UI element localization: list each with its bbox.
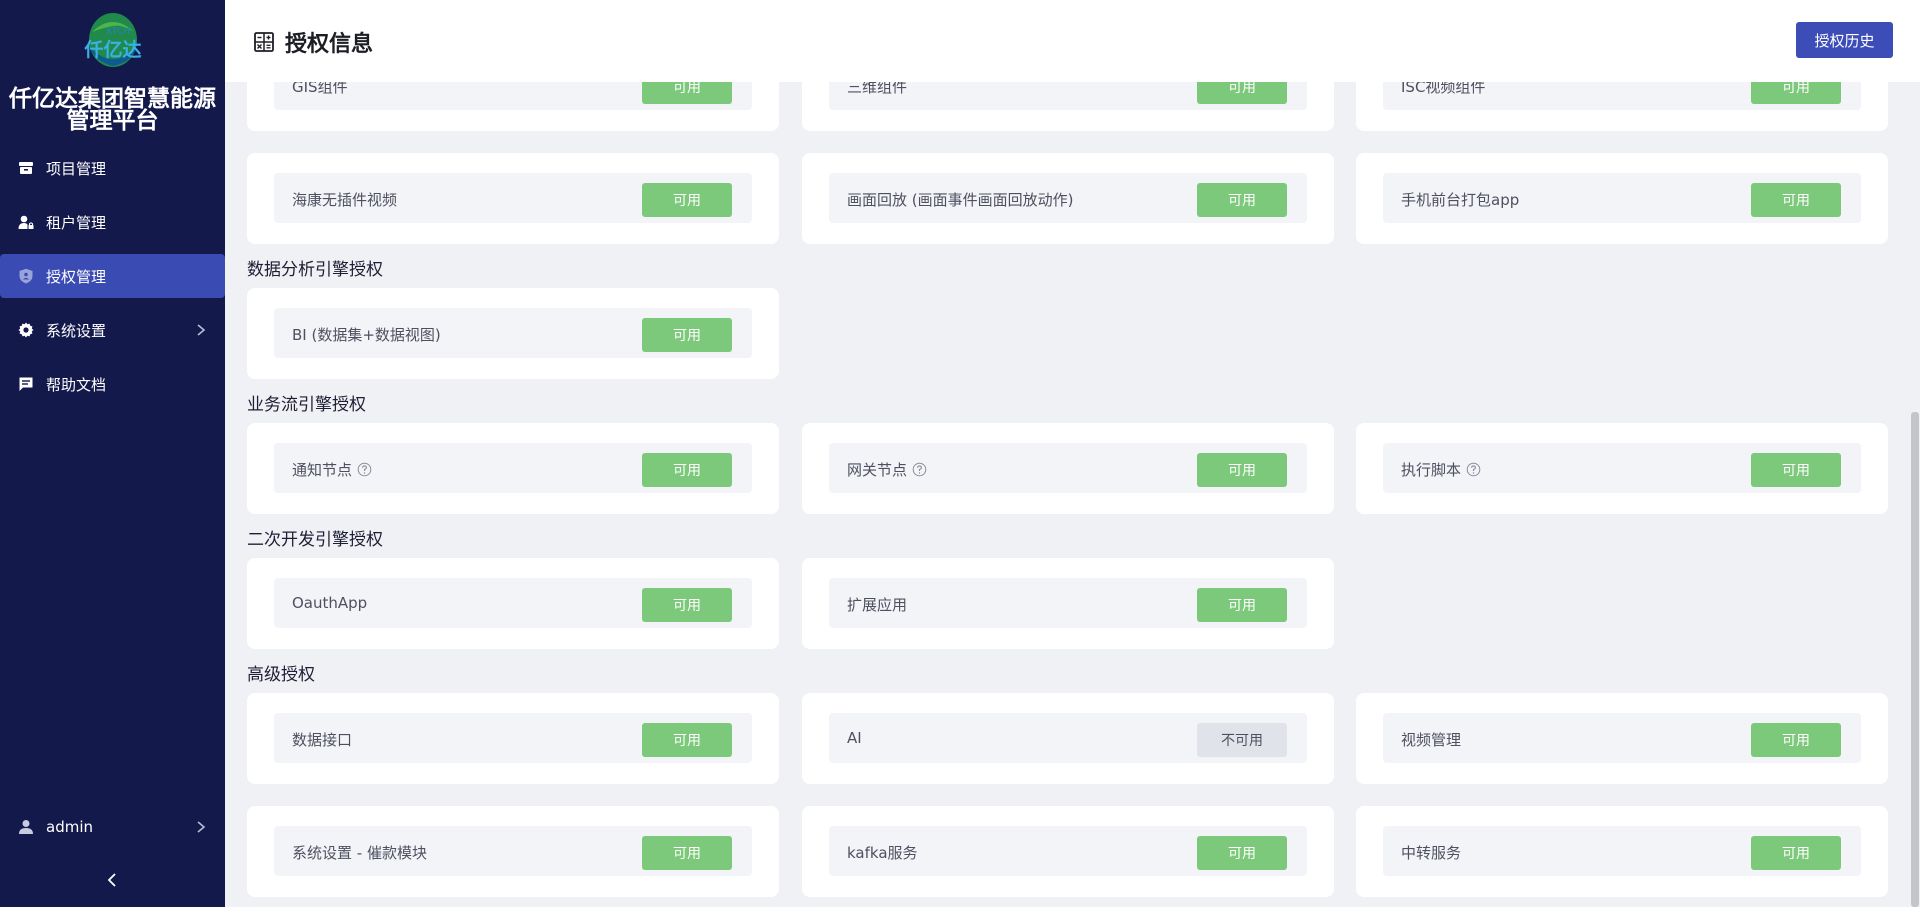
sidebar-item-authorization[interactable]: 授权管理 xyxy=(0,254,225,298)
svg-text:XTCH: XTCH xyxy=(105,27,129,37)
license-name: OauthApp xyxy=(292,594,368,612)
user-icon xyxy=(18,819,34,835)
svg-text:仟亿达: 仟亿达 xyxy=(83,38,141,61)
sidebar-item-label: 授权管理 xyxy=(46,267,107,286)
license-name: 海康无插件视频 xyxy=(292,191,398,209)
help-icon[interactable] xyxy=(1466,462,1481,477)
status-badge: 可用 xyxy=(642,588,732,622)
status-badge: 可用 xyxy=(1751,723,1841,757)
company-logo: 仟亿达 XTCH xyxy=(82,10,144,82)
license-card: 中转服务 可用 xyxy=(1356,806,1888,897)
scrollbar-thumb[interactable] xyxy=(1911,412,1919,907)
main-content: GIS组件 可用 三维组件 可用 ISC视频组件 可用 海康无插件视频 可用 画面回放 … xyxy=(225,0,1920,907)
license-label: 网关节点 xyxy=(847,459,927,480)
sidebar-item-help-docs[interactable]: 帮助文档 xyxy=(0,362,225,406)
license-name: 执行脚本 xyxy=(1401,461,1462,479)
license-card: 海康无插件视频 可用 xyxy=(247,153,779,244)
status-badge: 可用 xyxy=(1197,453,1287,487)
sidebar: 仟亿达 XTCH 仟亿达集团智慧能源 管理平台 项目管理 租户管理 授权管理 系… xyxy=(0,0,225,907)
license-card: BI (数据集+数据视图) 可用 xyxy=(247,288,779,379)
license-card: 画面回放 (画面事件画面回放动作) 可用 xyxy=(802,153,1334,244)
license-name: 画面回放 (画面事件画面回放动作) xyxy=(847,191,1074,209)
status-badge: 可用 xyxy=(1751,183,1841,217)
license-name: 系统设置 - 催款模块 xyxy=(292,844,427,862)
status-badge: 可用 xyxy=(642,836,732,870)
page-header: 授权信息 授权历史 xyxy=(225,0,1920,82)
help-icon[interactable] xyxy=(357,462,372,477)
shield-icon xyxy=(18,268,34,284)
user-menu[interactable]: admin xyxy=(0,805,225,849)
logo-area: 仟亿达 XTCH xyxy=(0,10,225,82)
section-title-workflow: 业务流引擎授权 xyxy=(247,395,366,415)
brand-line-2: 管理平台 xyxy=(66,108,159,134)
license-name: kafka服务 xyxy=(847,844,918,862)
message-icon xyxy=(18,376,34,392)
user-lock-icon xyxy=(18,214,34,230)
status-badge: 可用 xyxy=(642,453,732,487)
help-icon[interactable] xyxy=(912,462,927,477)
license-card: OauthApp 可用 xyxy=(247,558,779,649)
sidebar-item-label: 项目管理 xyxy=(46,159,107,178)
sidebar-item-system-settings[interactable]: 系统设置 xyxy=(0,308,225,352)
status-badge: 可用 xyxy=(642,723,732,757)
calculator-icon xyxy=(253,31,275,53)
license-card: 系统设置 - 催款模块 可用 xyxy=(247,806,779,897)
status-badge: 可用 xyxy=(642,318,732,352)
page-title: 授权信息 xyxy=(253,26,373,58)
app-root: 仟亿达 XTCH 仟亿达集团智慧能源 管理平台 项目管理 租户管理 授权管理 系… xyxy=(0,0,1920,907)
auth-history-button[interactable]: 授权历史 xyxy=(1796,22,1893,58)
license-card: 视频管理 可用 xyxy=(1356,693,1888,784)
scrollbar-track[interactable] xyxy=(1910,0,1920,907)
license-name: BI (数据集+数据视图) xyxy=(292,326,441,344)
license-name: 扩展应用 xyxy=(847,596,908,614)
license-name: 中转服务 xyxy=(1401,844,1462,862)
license-name: 网关节点 xyxy=(847,461,908,479)
status-badge: 可用 xyxy=(1751,836,1841,870)
license-name: 通知节点 xyxy=(292,461,353,479)
license-card: 扩展应用 可用 xyxy=(802,558,1334,649)
license-card: AI 不可用 xyxy=(802,693,1334,784)
license-card: 网关节点 可用 xyxy=(802,423,1334,514)
sidebar-item-label: 系统设置 xyxy=(46,321,107,340)
sidebar-nav: 项目管理 租户管理 授权管理 系统设置 帮助文档 xyxy=(0,146,225,416)
gear-icon xyxy=(18,322,34,338)
status-badge: 可用 xyxy=(1197,183,1287,217)
status-badge: 可用 xyxy=(1197,836,1287,870)
status-badge: 可用 xyxy=(1751,453,1841,487)
section-title-secondary-dev: 二次开发引擎授权 xyxy=(247,530,383,550)
section-title-data-analysis: 数据分析引擎授权 xyxy=(247,260,383,280)
status-badge: 可用 xyxy=(1197,588,1287,622)
license-card: 数据接口 可用 xyxy=(247,693,779,784)
archive-icon xyxy=(18,160,34,176)
chevron-left-icon xyxy=(107,873,116,887)
brand-line-1: 仟亿达集团智慧能源 xyxy=(9,86,216,112)
sidebar-item-label: 租户管理 xyxy=(46,213,107,232)
chevron-right-icon xyxy=(195,322,207,338)
license-label: 执行脚本 xyxy=(1401,459,1481,480)
user-name: admin xyxy=(46,818,93,836)
section-title-advanced: 高级授权 xyxy=(247,665,315,685)
sidebar-item-projects[interactable]: 项目管理 xyxy=(0,146,225,190)
license-card: 手机前台打包app 可用 xyxy=(1356,153,1888,244)
status-badge: 可用 xyxy=(642,183,732,217)
brand-name: 仟亿达集团智慧能源 管理平台 xyxy=(0,86,225,134)
license-name: 手机前台打包app xyxy=(1401,191,1520,209)
license-label: 通知节点 xyxy=(292,459,372,480)
collapse-sidebar-button[interactable] xyxy=(100,870,124,890)
license-card: 执行脚本 可用 xyxy=(1356,423,1888,514)
license-card: 通知节点 可用 xyxy=(247,423,779,514)
license-name: 数据接口 xyxy=(292,731,353,749)
chevron-right-icon xyxy=(195,819,207,835)
sidebar-item-tenants[interactable]: 租户管理 xyxy=(0,200,225,244)
license-name: 视频管理 xyxy=(1401,731,1462,749)
sidebar-item-label: 帮助文档 xyxy=(46,375,107,394)
page-title-text: 授权信息 xyxy=(285,32,374,57)
status-badge: 不可用 xyxy=(1197,723,1287,757)
license-card: kafka服务 可用 xyxy=(802,806,1334,897)
license-name: AI xyxy=(847,729,862,747)
